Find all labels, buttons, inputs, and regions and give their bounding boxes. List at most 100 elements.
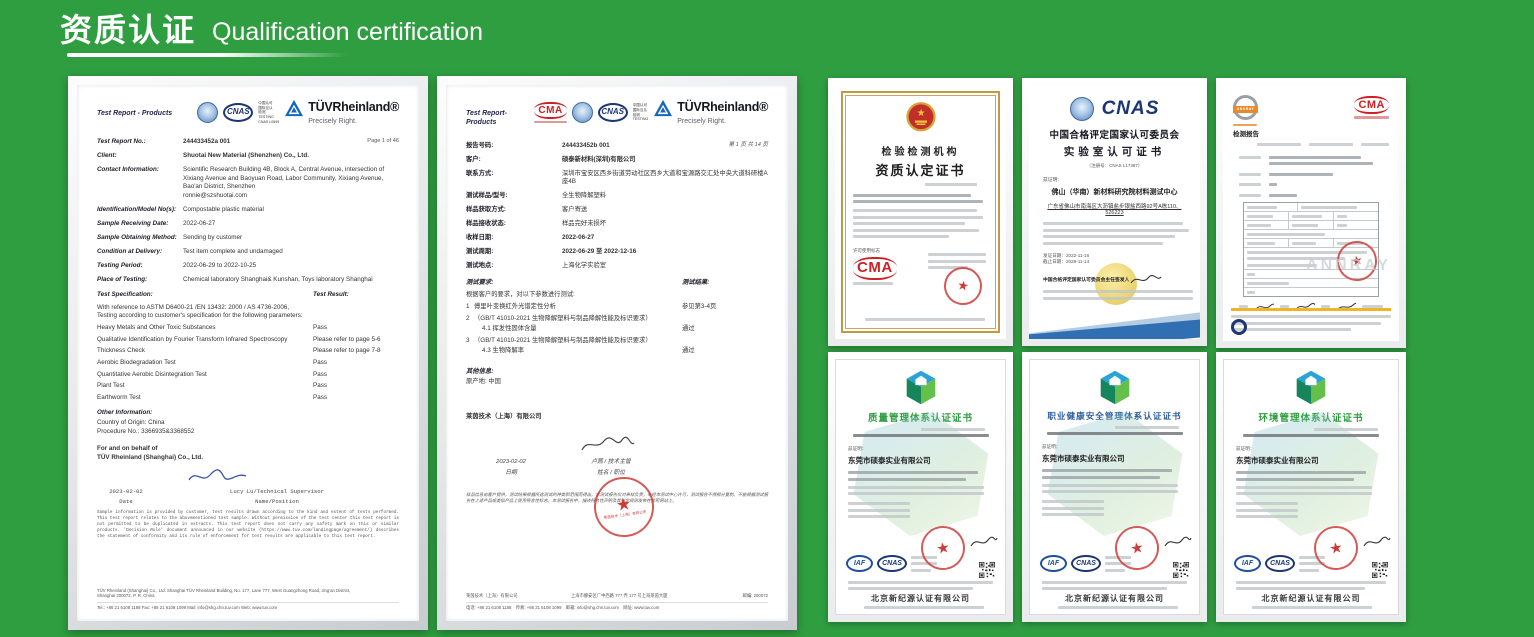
registration-no: （注册号：CNAS L17387） [1043, 163, 1186, 169]
certificate-cnas-laboratory: CNAS 中国合格评定国家认可委员会 实验室认可证书 （注册号：CNAS L17… [1022, 78, 1207, 346]
report-number: 244433452a 001 [183, 138, 339, 147]
ilac-mra-icon [1070, 97, 1094, 121]
certifier-org: 北京新纪源认证有限公司 [1030, 593, 1199, 604]
national-emblem-icon [906, 101, 936, 134]
tuv-tagline: Precisely Right. [308, 117, 399, 126]
blue-ribbon [1029, 311, 1200, 339]
test-item: 傅里叶变换红外光谱定性分析 [474, 303, 682, 312]
certificate-tuv-report-english: Test Report - Products CNAS 中国认可 国际互认 检测… [68, 76, 428, 630]
qr-code [979, 562, 995, 578]
test-item: Quantitative Aerobic Disintegration Test [97, 371, 313, 380]
cnas-logo-icon: CNAS [1265, 555, 1295, 572]
certificate-holder: 佛山（华南）新材料研究院材料测试中心 [1043, 187, 1186, 197]
certifier-cube-logo-icon [1295, 370, 1327, 405]
cma-number [534, 121, 566, 124]
issuer-company: 莱茵技术（上海）有限公司 [466, 413, 768, 422]
title-underline [67, 53, 347, 57]
tuv-triangle-icon [284, 99, 304, 117]
test-item: （GB/T 41010-2021 生物降解塑料与制品降解性能及标识要求） [474, 337, 682, 346]
cnas-logo-icon: CNAS [223, 103, 253, 122]
certificate-holder: 东莞市硕泰实业有限公司 [848, 455, 993, 466]
cma-mark-icon: CMA [853, 257, 897, 280]
certificate-iso-quality: 质量管理体系认证证书 兹证明： 东莞市硕泰实业有限公司 IAF CNAS ★ [828, 352, 1013, 622]
test-result: 通过 [682, 347, 768, 356]
tuv-brand: TÜVRheinland® [308, 99, 399, 116]
cnas-accreditation-text: 中国认可 国际互认 检测 TESTING CNAS L0599 [258, 101, 279, 124]
test-result: Pass [313, 324, 399, 333]
annray-logo-icon: ANNRAY [1233, 95, 1258, 120]
test-result: Please refer to page 5-6 [313, 336, 399, 345]
certifier-org: 北京新纪源认证有限公司 [836, 593, 1005, 604]
annray-watermark: ANNRAY [1306, 257, 1391, 275]
certificate-iso-environment: 环境管理体系认证证书 兹证明： 东莞市硕泰实业有限公司 IAF CNAS ★ [1216, 352, 1406, 622]
accreditation-org: 中国合格评定国家认可委员会 [1043, 127, 1186, 141]
tuv-tagline: Precisely Right. [677, 117, 768, 126]
certificate-annray-test-report: ANNRAY 检测报告 CMA [1216, 78, 1406, 348]
report-number: 244433452b 001 [562, 142, 708, 151]
cma-logo-icon: CMA [1354, 96, 1389, 114]
test-item: Aerobic Biodegradation Test [97, 359, 313, 368]
signature [969, 534, 999, 550]
section-header: 资质认证 Qualification certification [60, 5, 483, 51]
doc2-footer: 莱茵技术（上海）有限公司上海市静安区广中西路 777 弄 177 号上海莱茵大厦… [466, 590, 768, 611]
sign-name: 卢茜 / 技术主管 [556, 459, 666, 467]
certificate-holder: 东莞市硕泰实业有限公司 [1236, 455, 1386, 466]
cnas-logo-icon: CNAS [1071, 555, 1101, 572]
signature [1163, 534, 1193, 550]
ilac-mra-icon [197, 102, 218, 123]
test-result: Pass [313, 394, 399, 403]
certificate-iso-ohs: 职业健康安全管理体系认证证书 兹证明： 东莞市硕泰实业有限公司 IAF CNAS… [1022, 352, 1207, 622]
test-item: Thickness Check [97, 347, 313, 356]
qr-code [1173, 562, 1189, 578]
signature [578, 435, 636, 455]
qualification-certification-section: 资质认证 Qualification certification Test Re… [0, 0, 1534, 637]
disclaimer: Sample information is provided by custom… [97, 510, 399, 539]
certifier-cube-logo-icon [1099, 370, 1131, 405]
page-indicator: 第 1 页 共 14 页 [708, 142, 768, 151]
certifier-org: 北京新纪源认证有限公司 [1224, 593, 1398, 604]
signature [1362, 534, 1392, 550]
red-star-seal: ★ [941, 264, 985, 308]
test-result: 通过 [682, 325, 768, 334]
signer-line: 中国合格评定国家认可委员会主任签发人 [1043, 276, 1129, 283]
iaf-logo-icon: IAF [846, 555, 873, 572]
test-item: Qualitative Identification by Fourier Tr… [97, 336, 313, 345]
cert-title-line2: 资质认定证书 [853, 160, 988, 179]
certificate-cma-accreditation: 检验检测机构 资质认定证书 许可使用标志 CMA ★ [828, 78, 1013, 346]
certificate-tuv-report-chinese: Test Report- Products CMA CNAS 中国认可 国际互认… [437, 76, 797, 630]
cma-logo-icon: CMA [534, 102, 566, 119]
test-result: Pass [313, 359, 399, 368]
cert-title: 实验室认可证书 [1043, 144, 1186, 159]
test-result: Pass [313, 382, 399, 391]
doc2-header: Test Report- Products CMA CNAS 中国认可 国际互认… [466, 99, 768, 128]
doc-type-label: Test Report - Products [97, 109, 172, 118]
client-name: Shuotai New Material (Shenzhen) Co., Ltd… [183, 152, 399, 161]
client-name: 硕泰新材料(深圳)有限公司 [562, 156, 768, 165]
qr-code [1372, 562, 1388, 578]
test-result: Please refer to page 7-8 [313, 347, 399, 356]
sign-date: 2023-02-02 [466, 459, 556, 467]
page-indicator: Page 1 of 46 [339, 138, 399, 147]
iaf-logo-icon: IAF [1234, 555, 1261, 572]
cnas-logo-icon: CNAS [877, 555, 907, 572]
test-item: （GB/T 41010-2021 生物降解塑料与制品降解性能及标识要求） [474, 315, 682, 324]
holder-address: 广东省佛山市南海区大沥镇盐步银盐西路92号A栋110、 [1043, 202, 1186, 210]
lab-round-logo-icon [1231, 319, 1247, 335]
report-title: 检测报告 [1233, 128, 1259, 138]
test-subitem: 4.3 生物降解率 [482, 347, 682, 356]
test-item: Plant Test [97, 382, 313, 391]
doc-type-label: Test Report- Products [466, 109, 534, 128]
page-title-en: Qualification certification [212, 18, 483, 51]
test-item: Earthworm Test [97, 394, 313, 403]
cert-title-line1: 检验检测机构 [853, 143, 988, 158]
certificate-holder: 东莞市硕泰实业有限公司 [1042, 453, 1187, 464]
signature [1129, 273, 1163, 287]
test-result: 参见第3-4页 [682, 303, 768, 312]
sign-name: Lucy Lu/Technical Supervisor [155, 488, 399, 496]
doc1-footer: TÜV Rheinland (Shanghai) Co., Ltd. Shang… [97, 588, 399, 611]
tuv-brand: TÜVRheinland® [677, 99, 768, 116]
doc1-header: Test Report - Products CNAS 中国认可 国际互认 检测… [97, 99, 399, 126]
signature [187, 467, 249, 485]
cnas-logo-icon: CNAS [1102, 98, 1160, 120]
cnas-logo-icon: CNAS [598, 103, 628, 122]
